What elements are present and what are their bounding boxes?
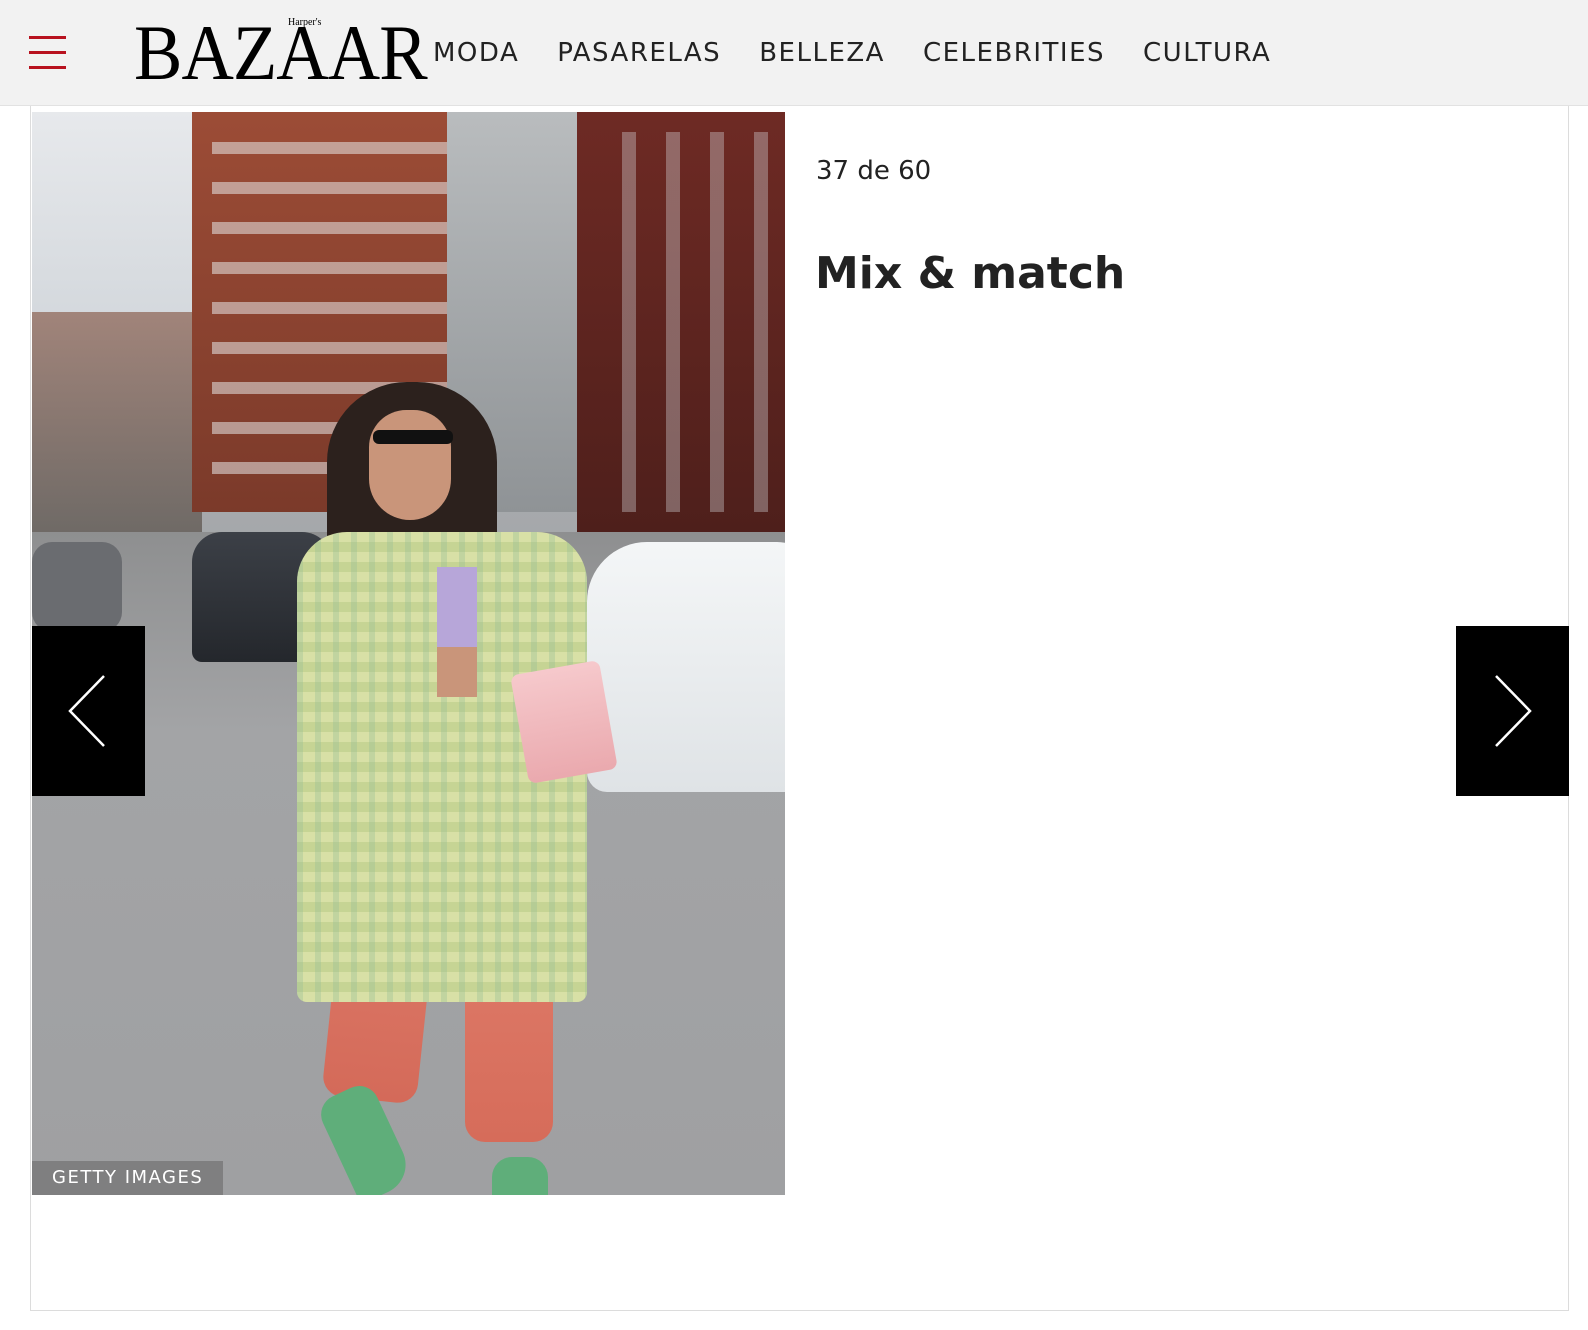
photo-bag (510, 660, 618, 784)
menu-line (29, 36, 66, 39)
chevron-left-icon (68, 675, 105, 747)
logo-wordmark: BAZAAR (134, 9, 428, 96)
menu-line (29, 51, 66, 54)
site-header: BAZAAR Harper's MODA PASARELAS BELLEZA C… (0, 0, 1588, 106)
next-slide-button[interactable] (1456, 626, 1569, 796)
menu-line (29, 66, 66, 69)
previous-slide-button[interactable] (32, 626, 145, 796)
nav-item-moda[interactable]: MODA (433, 33, 519, 73)
chevron-right-icon (1495, 675, 1532, 747)
main-nav: MODA PASARELAS BELLEZA CELEBRITIES CULTU… (433, 33, 1309, 73)
photo-car (587, 542, 785, 792)
nav-item-cultura[interactable]: CULTURA (1143, 33, 1271, 73)
site-logo[interactable]: BAZAAR Harper's (134, 10, 428, 94)
nav-item-pasarelas[interactable]: PASARELAS (557, 33, 721, 73)
nav-item-belleza[interactable]: BELLEZA (759, 33, 885, 73)
photo-shoe (492, 1157, 548, 1195)
menu-hamburger-icon[interactable] (29, 36, 66, 70)
slide-counter: 37 de 60 (816, 156, 932, 186)
slide-title: Mix & match (815, 248, 1126, 299)
photo-credit: GETTY IMAGES (32, 1161, 224, 1195)
photo-car (32, 542, 122, 632)
photo-windows (592, 132, 782, 512)
photo-skin (437, 647, 477, 697)
photo-sunglasses (373, 430, 453, 444)
photo-face (369, 410, 451, 520)
photo-person (287, 382, 618, 1195)
nav-item-celebrities[interactable]: CELEBRITIES (923, 33, 1105, 73)
photo-top (437, 567, 477, 647)
logo-small-mark: Harper's (288, 17, 322, 28)
photo-building (32, 312, 202, 532)
